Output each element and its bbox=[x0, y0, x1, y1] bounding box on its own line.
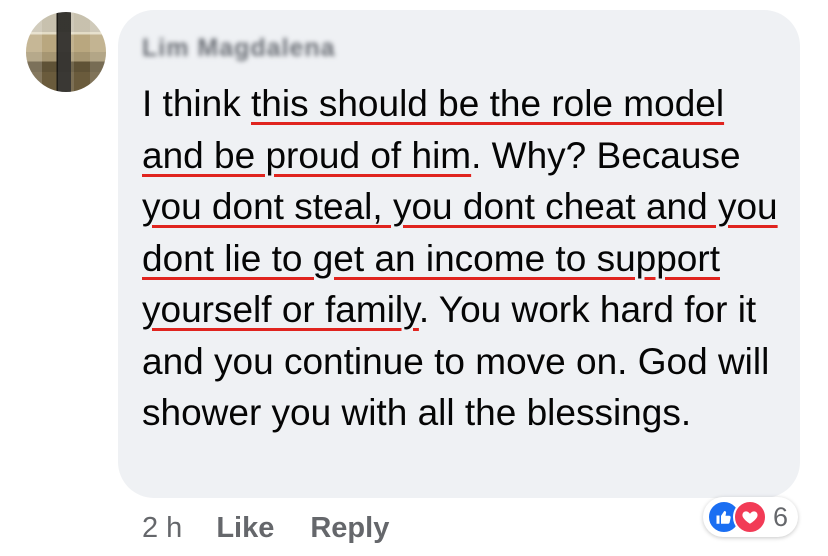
comment-text-segment: . Why? Because bbox=[471, 134, 741, 176]
reaction-count: 6 bbox=[773, 501, 789, 532]
love-icon bbox=[733, 500, 767, 534]
avatar[interactable] bbox=[26, 12, 106, 92]
comment-author-name[interactable]: Lim Magdalena bbox=[142, 34, 336, 63]
comment-text: I think this should be the role model an… bbox=[142, 78, 792, 439]
like-button[interactable]: Like bbox=[216, 512, 274, 545]
reply-button[interactable]: Reply bbox=[310, 512, 389, 545]
reaction-summary[interactable]: 6 bbox=[703, 497, 799, 537]
comment-actions: 2 h Like Reply bbox=[142, 512, 389, 545]
comment-timestamp[interactable]: 2 h bbox=[142, 512, 182, 545]
comment-text-segment: I think bbox=[142, 83, 251, 124]
